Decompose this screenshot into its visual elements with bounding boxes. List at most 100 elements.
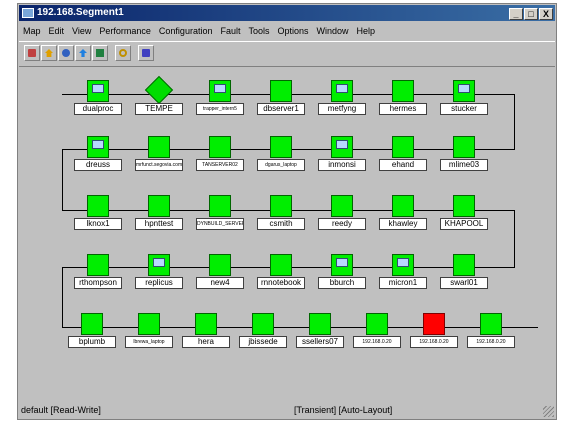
node-label: dreuss xyxy=(74,159,122,171)
network-node[interactable]: trapper_intern5 xyxy=(196,80,244,116)
network-node[interactable]: bburch xyxy=(318,254,366,290)
host-icon xyxy=(392,195,414,217)
menu-performance[interactable]: Performance xyxy=(95,23,155,39)
network-node[interactable]: lknox1 xyxy=(74,195,122,231)
node-label: trapper_intern5 xyxy=(196,103,244,115)
network-node[interactable]: dbserver1 xyxy=(257,80,305,116)
network-node[interactable]: stucker xyxy=(440,80,488,116)
pin-icon[interactable] xyxy=(92,45,108,61)
host-icon xyxy=(87,254,109,276)
toolbar xyxy=(19,41,555,67)
node-label: bburch xyxy=(318,277,366,289)
up-arrow-icon[interactable] xyxy=(75,45,91,61)
network-node[interactable]: khawley xyxy=(379,195,427,231)
close-button[interactable]: X xyxy=(539,8,553,20)
network-node[interactable]: inmonsi xyxy=(318,136,366,172)
host-icon xyxy=(423,313,445,335)
menu-map[interactable]: Map xyxy=(19,23,45,39)
host-icon xyxy=(209,254,231,276)
home-icon[interactable] xyxy=(41,45,57,61)
network-node[interactable]: dgarus_laptop xyxy=(257,136,305,172)
menu-edit[interactable]: Edit xyxy=(45,23,69,39)
network-node[interactable]: dreuss xyxy=(74,136,122,172)
node-label: lknox1 xyxy=(74,218,122,230)
network-node[interactable]: replicus xyxy=(135,254,183,290)
workstation-icon xyxy=(148,254,170,276)
host-icon xyxy=(453,195,475,217)
network-node[interactable]: mrfunct.segovia.com xyxy=(135,136,183,172)
network-node[interactable]: new4 xyxy=(196,254,244,290)
search-icon[interactable] xyxy=(115,45,131,61)
network-node[interactable]: hera xyxy=(182,313,230,349)
network-node[interactable]: hpnttest xyxy=(135,195,183,231)
network-node[interactable]: rthompson xyxy=(74,254,122,290)
resize-grip[interactable] xyxy=(543,406,554,417)
network-node[interactable]: lbrewa_laptop xyxy=(125,313,173,349)
network-node[interactable]: mlime03 xyxy=(440,136,488,172)
workstation-icon xyxy=(392,254,414,276)
node-label: dualproc xyxy=(74,103,122,115)
node-label: jbissede xyxy=(239,336,287,348)
minimize-button[interactable]: _ xyxy=(509,8,523,20)
menu-fault[interactable]: Fault xyxy=(216,23,244,39)
host-icon xyxy=(252,313,274,335)
node-label: swarl01 xyxy=(440,277,488,289)
network-node[interactable]: 192.168.0.20 xyxy=(410,313,458,349)
host-icon xyxy=(148,195,170,217)
network-icon[interactable] xyxy=(58,45,74,61)
network-node[interactable]: swarl01 xyxy=(440,254,488,290)
node-label: dgarus_laptop xyxy=(257,159,305,171)
network-node[interactable]: csmith xyxy=(257,195,305,231)
node-label: hpnttest xyxy=(135,218,183,230)
node-label: reedy xyxy=(318,218,366,230)
network-node[interactable]: KHAPOOL xyxy=(440,195,488,231)
status-mode: default [Read-Write] xyxy=(21,405,101,415)
menu-help[interactable]: Help xyxy=(353,23,380,39)
node-label: TEMPE xyxy=(135,103,183,115)
network-node[interactable]: micron1 xyxy=(379,254,427,290)
node-label: csmith xyxy=(257,218,305,230)
network-node[interactable]: jbissede xyxy=(239,313,287,349)
network-node[interactable]: TEMPE xyxy=(135,75,183,116)
network-node[interactable]: hermes xyxy=(379,80,427,116)
host-icon xyxy=(480,313,502,335)
network-node[interactable]: bplumb xyxy=(68,313,116,349)
map-icon[interactable] xyxy=(24,45,40,61)
host-icon xyxy=(138,313,160,335)
menu-window[interactable]: Window xyxy=(313,23,353,39)
host-icon xyxy=(270,254,292,276)
menu-options[interactable]: Options xyxy=(274,23,313,39)
network-node[interactable]: ehand xyxy=(379,136,427,172)
menu-view[interactable]: View xyxy=(68,23,95,39)
bus-riser-3 xyxy=(514,210,515,267)
topology-icon[interactable] xyxy=(138,45,154,61)
network-node[interactable]: TANSERVER02 xyxy=(196,136,244,172)
node-label: micron1 xyxy=(379,277,427,289)
network-node[interactable]: DYNBUILD_SERVER xyxy=(196,195,244,231)
host-icon xyxy=(87,195,109,217)
network-node[interactable]: metfyng xyxy=(318,80,366,116)
host-icon xyxy=(366,313,388,335)
node-label: DYNBUILD_SERVER xyxy=(196,218,244,230)
menu-configuration[interactable]: Configuration xyxy=(155,23,217,39)
node-label: rthompson xyxy=(74,277,122,289)
host-icon xyxy=(309,313,331,335)
network-node[interactable]: ssellers07 xyxy=(296,313,344,349)
node-label: hera xyxy=(182,336,230,348)
workstation-icon xyxy=(453,80,475,102)
node-label: 192.168.0.20 xyxy=(353,336,401,348)
node-label: metfyng xyxy=(318,103,366,115)
menu-tools[interactable]: Tools xyxy=(244,23,273,39)
node-label: bplumb xyxy=(68,336,116,348)
host-icon xyxy=(331,195,353,217)
node-label: ssellers07 xyxy=(296,336,344,348)
network-node[interactable]: 192.168.0.20 xyxy=(467,313,515,349)
workstation-icon xyxy=(87,136,109,158)
maximize-button[interactable]: □ xyxy=(524,8,538,20)
title-bar[interactable]: 192.168.Segment1 _ □ X xyxy=(19,5,555,21)
network-node[interactable]: rnnotebook xyxy=(257,254,305,290)
network-node[interactable]: 192.168.0.20 xyxy=(353,313,401,349)
network-node[interactable]: dualproc xyxy=(74,80,122,116)
host-icon xyxy=(81,313,103,335)
network-node[interactable]: reedy xyxy=(318,195,366,231)
